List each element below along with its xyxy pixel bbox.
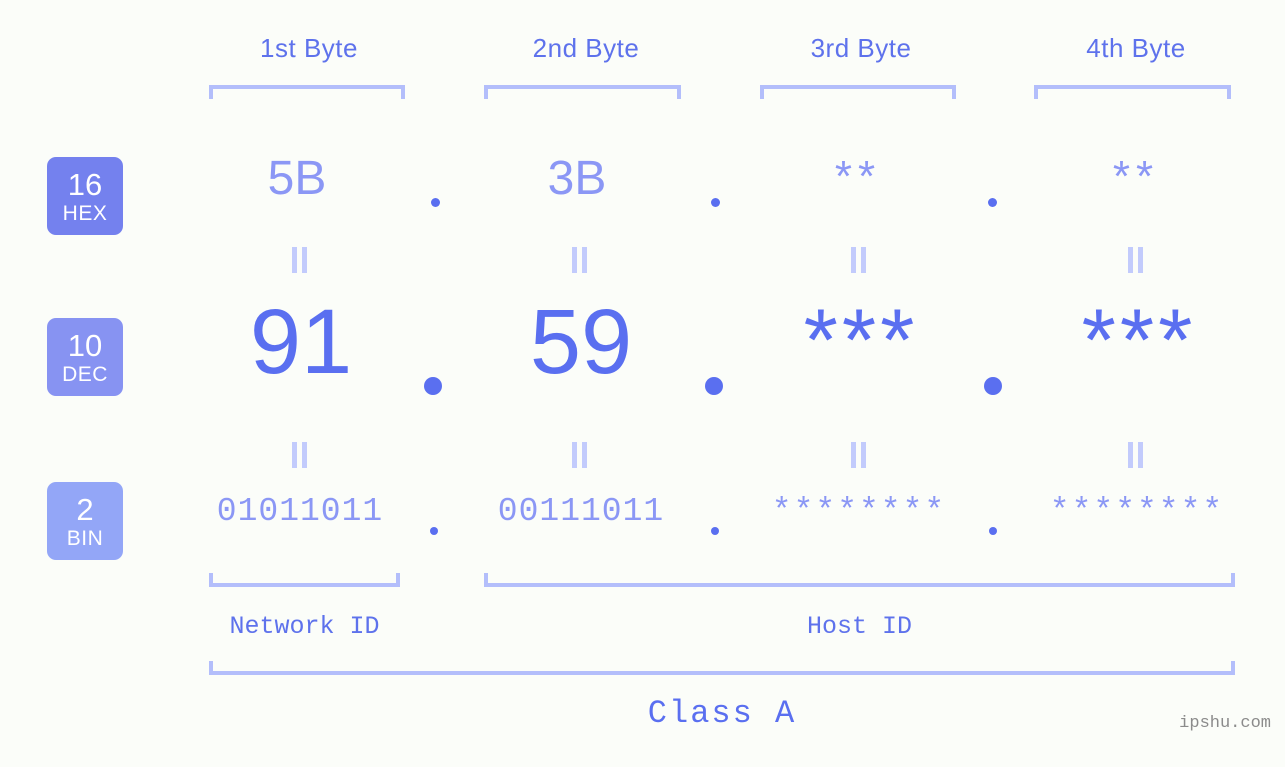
host-id-label: Host ID — [806, 612, 913, 641]
base-badge-hex-number: 16 — [67, 166, 103, 202]
dec-value-byte-4: *** — [1081, 290, 1197, 389]
hex-value-byte-4: ** — [1112, 152, 1160, 201]
host-id-bracket — [484, 573, 1235, 587]
equals-mark-dec-bin-3 — [850, 442, 868, 468]
hex-dot-separator-2 — [711, 198, 720, 207]
ip-address-breakdown-diagram: 1st Byte 2nd Byte 3rd Byte 4th Byte 16 H… — [0, 0, 1285, 767]
base-badge-dec-label: DEC — [62, 362, 108, 386]
base-badge-bin: 2 BIN — [47, 482, 123, 560]
byte-header-label-4: 4th Byte — [1086, 33, 1186, 63]
network-id-label: Network ID — [229, 612, 380, 641]
byte-bracket-top-2 — [484, 85, 681, 99]
byte-bracket-top-1 — [209, 85, 405, 99]
base-badge-hex: 16 HEX — [47, 157, 123, 235]
base-badge-hex-label: HEX — [62, 201, 108, 225]
byte-header-label-2: 2nd Byte — [532, 33, 640, 63]
hex-dot-separator-3 — [988, 198, 997, 207]
bin-dot-separator-3 — [989, 527, 997, 535]
bin-value-byte-3: ******** — [771, 493, 947, 530]
site-watermark: ipshu.com — [1179, 714, 1271, 733]
byte-bracket-top-3 — [760, 85, 956, 99]
base-badge-dec: 10 DEC — [47, 318, 123, 396]
bin-value-byte-4: ******** — [1049, 493, 1225, 530]
byte-header-label-3: 3rd Byte — [810, 33, 912, 63]
hex-dot-separator-1 — [431, 198, 440, 207]
equals-mark-hex-dec-2 — [571, 247, 589, 273]
dec-dot-separator-1 — [424, 377, 442, 395]
hex-value-byte-1: 5B — [267, 152, 327, 205]
equals-mark-hex-dec-3 — [850, 247, 868, 273]
equals-mark-hex-dec-4 — [1127, 247, 1145, 273]
class-bracket — [209, 661, 1235, 675]
bin-value-byte-1: 01011011 — [216, 493, 384, 530]
equals-mark-dec-bin-1 — [291, 442, 309, 468]
base-badge-dec-number: 10 — [67, 327, 103, 363]
equals-mark-dec-bin-4 — [1127, 442, 1145, 468]
dec-value-byte-1: 91 — [249, 291, 353, 393]
network-id-bracket — [209, 573, 400, 587]
equals-mark-dec-bin-2 — [571, 442, 589, 468]
dec-value-byte-3: *** — [803, 290, 919, 389]
hex-value-byte-3: ** — [834, 152, 882, 201]
bin-dot-separator-2 — [711, 527, 719, 535]
bin-value-byte-2: 00111011 — [497, 493, 665, 530]
equals-mark-hex-dec-1 — [291, 247, 309, 273]
hex-value-byte-2: 3B — [547, 152, 607, 205]
dec-value-byte-2: 59 — [529, 291, 633, 393]
bin-dot-separator-1 — [430, 527, 438, 535]
dec-dot-separator-2 — [705, 377, 723, 395]
byte-header-label-1: 1st Byte — [260, 33, 358, 63]
dec-dot-separator-3 — [984, 377, 1002, 395]
class-label: Class A — [647, 695, 797, 732]
base-badge-bin-label: BIN — [66, 526, 104, 550]
byte-bracket-top-4 — [1034, 85, 1231, 99]
base-badge-bin-number: 2 — [76, 491, 94, 527]
